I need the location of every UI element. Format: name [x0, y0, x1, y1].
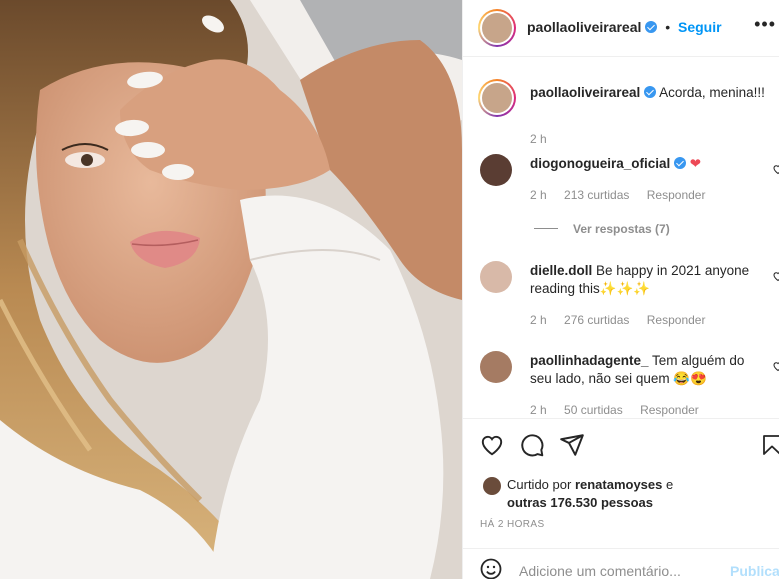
selfie-image	[0, 0, 462, 579]
comment-meta: 2 h 213 curtidas Responder	[530, 188, 719, 202]
comment-likes[interactable]: 213 curtidas	[564, 188, 629, 202]
separator: •	[665, 19, 671, 35]
header-line: paollaoliveirareal • Seguir	[527, 19, 722, 35]
post-photo[interactable]	[0, 0, 462, 579]
replies-line	[534, 228, 558, 229]
comment-input[interactable]: Adicione um comentário...	[519, 563, 681, 579]
story-ring[interactable]	[478, 9, 516, 47]
like-comment-icon[interactable]	[772, 270, 779, 282]
view-replies-button[interactable]: Ver respostas (7)	[573, 222, 670, 236]
comment-username[interactable]: paollinhadagente_	[530, 353, 649, 368]
likes-conj: e	[666, 477, 674, 492]
post-header: paollaoliveirareal • Seguir •••	[463, 0, 779, 57]
verified-icon	[674, 157, 687, 169]
comment-item: diogonogueira_oficial ❤ 2 h 213 curtidas…	[463, 153, 779, 213]
avatar	[482, 13, 512, 43]
comment-item: paollinhadagente_ Tem alguém do seu lado…	[463, 350, 779, 418]
comment-likes[interactable]: 276 curtidas	[564, 313, 629, 327]
like-comment-icon[interactable]	[772, 163, 779, 175]
caption-body: Acorda, menina!!!	[659, 85, 765, 100]
avatar[interactable]	[480, 154, 512, 186]
verified-icon	[645, 21, 658, 33]
comment-username[interactable]: diogonogueira_oficial	[530, 156, 670, 171]
avatar[interactable]	[480, 261, 512, 293]
likes-summary: Curtido por renatamoyses e outras 176.53…	[507, 476, 673, 512]
caption-text: paollaoliveirareal Acorda, menina!!!	[530, 84, 765, 102]
publish-button[interactable]: Publicar	[730, 563, 779, 579]
reply-button[interactable]: Responder	[647, 188, 706, 202]
caption-time: 2 h	[530, 132, 547, 146]
share-icon[interactable]	[559, 432, 585, 458]
save-bookmark-icon[interactable]	[760, 432, 779, 458]
like-icon[interactable]	[479, 432, 505, 458]
likes-others[interactable]: outras 176.530 pessoas	[507, 495, 653, 510]
comment-meta: 2 h 276 curtidas Responder	[530, 313, 719, 327]
post-timestamp[interactable]: HÁ 2 HORAS	[480, 519, 545, 530]
verified-icon	[644, 86, 657, 98]
avatar[interactable]	[480, 351, 512, 383]
author-username[interactable]: paollaoliveirareal	[527, 19, 641, 35]
comment-username[interactable]: dielle.doll	[530, 263, 592, 278]
comment-item: dielle.doll Be happy in 2021 anyone read…	[463, 260, 779, 330]
likes-prefix: Curtido por	[507, 477, 572, 492]
comments-list[interactable]: paollaoliveirareal Acorda, menina!!! 2 h…	[463, 57, 779, 418]
likes-user[interactable]: renatamoyses	[575, 477, 662, 492]
post-actions: Curtido por renatamoyses e outras 176.53…	[463, 418, 779, 579]
comment-text: diogonogueira_oficial ❤	[530, 155, 765, 173]
comment-text: paollinhadagente_ Tem alguém do seu lado…	[530, 352, 765, 388]
instagram-post: paollaoliveirareal • Seguir ••• paollaol…	[0, 0, 779, 579]
caption: paollaoliveirareal Acorda, menina!!! 2 h	[463, 73, 779, 146]
heart-emoji: ❤	[689, 156, 702, 171]
comment-time: 2 h	[530, 188, 547, 202]
add-comment-bar: Adicione um comentário... Publicar	[463, 548, 779, 579]
caption-username[interactable]: paollaoliveirareal	[530, 85, 640, 100]
follow-button[interactable]: Seguir	[678, 19, 722, 35]
liker-avatar[interactable]	[483, 477, 501, 495]
more-options-icon[interactable]: •••	[754, 14, 776, 35]
comment-meta: 2 h 50 curtidas Responder	[530, 403, 713, 417]
comment-text: dielle.doll Be happy in 2021 anyone read…	[530, 262, 765, 298]
avatar	[482, 83, 512, 113]
reply-button[interactable]: Responder	[647, 313, 706, 327]
comment-time: 2 h	[530, 313, 547, 327]
caption-avatar-ring[interactable]	[478, 79, 516, 117]
like-comment-icon[interactable]	[772, 360, 779, 372]
reply-button[interactable]: Responder	[640, 403, 699, 417]
comment-time: 2 h	[530, 403, 547, 417]
comment-icon[interactable]	[519, 432, 545, 458]
emoji-icon[interactable]	[479, 557, 503, 579]
post-panel: paollaoliveirareal • Seguir ••• paollaol…	[462, 0, 779, 579]
comment-likes[interactable]: 50 curtidas	[564, 403, 623, 417]
